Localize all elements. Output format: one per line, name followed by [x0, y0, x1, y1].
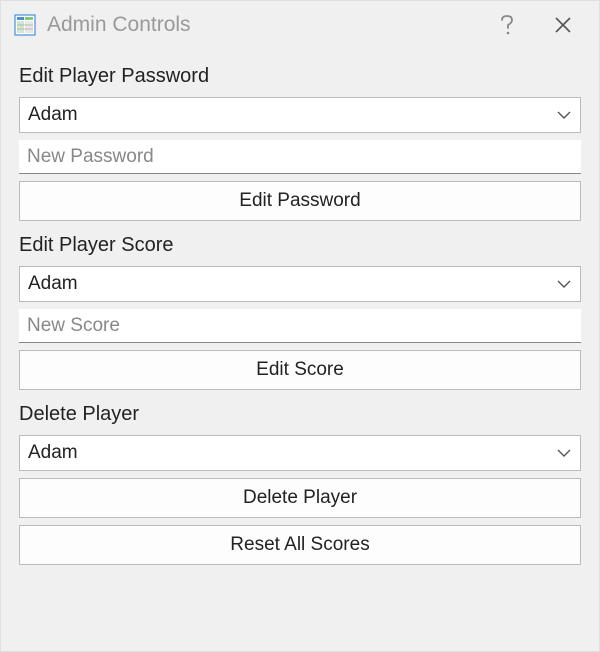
select-value: Adam [28, 104, 78, 126]
content-area: Edit Player Password Adam Edit Password … [1, 49, 599, 651]
edit-password-button[interactable]: Edit Password [19, 181, 581, 221]
edit-password-label: Edit Player Password [19, 65, 581, 88]
new-score-input[interactable] [19, 309, 581, 343]
reset-all-scores-button[interactable]: Reset All Scores [19, 525, 581, 565]
edit-score-button[interactable]: Edit Score [19, 350, 581, 390]
titlebar: Admin Controls [1, 1, 599, 49]
edit-password-player-select[interactable]: Adam [19, 97, 581, 133]
app-icon [13, 13, 37, 37]
admin-controls-window: Admin Controls Edit Player Password Adam [0, 0, 600, 652]
new-password-input[interactable] [19, 140, 581, 174]
edit-score-label: Edit Player Score [19, 234, 581, 257]
edit-score-player-select[interactable]: Adam [19, 266, 581, 302]
delete-player-button[interactable]: Delete Player [19, 478, 581, 518]
window-title: Admin Controls [47, 13, 491, 37]
titlebar-buttons [491, 9, 591, 41]
help-button[interactable] [491, 9, 523, 41]
delete-player-select[interactable]: Adam [19, 435, 581, 471]
select-value: Adam [28, 273, 78, 295]
select-value: Adam [28, 442, 78, 464]
close-button[interactable] [547, 9, 579, 41]
delete-player-label: Delete Player [19, 403, 581, 426]
